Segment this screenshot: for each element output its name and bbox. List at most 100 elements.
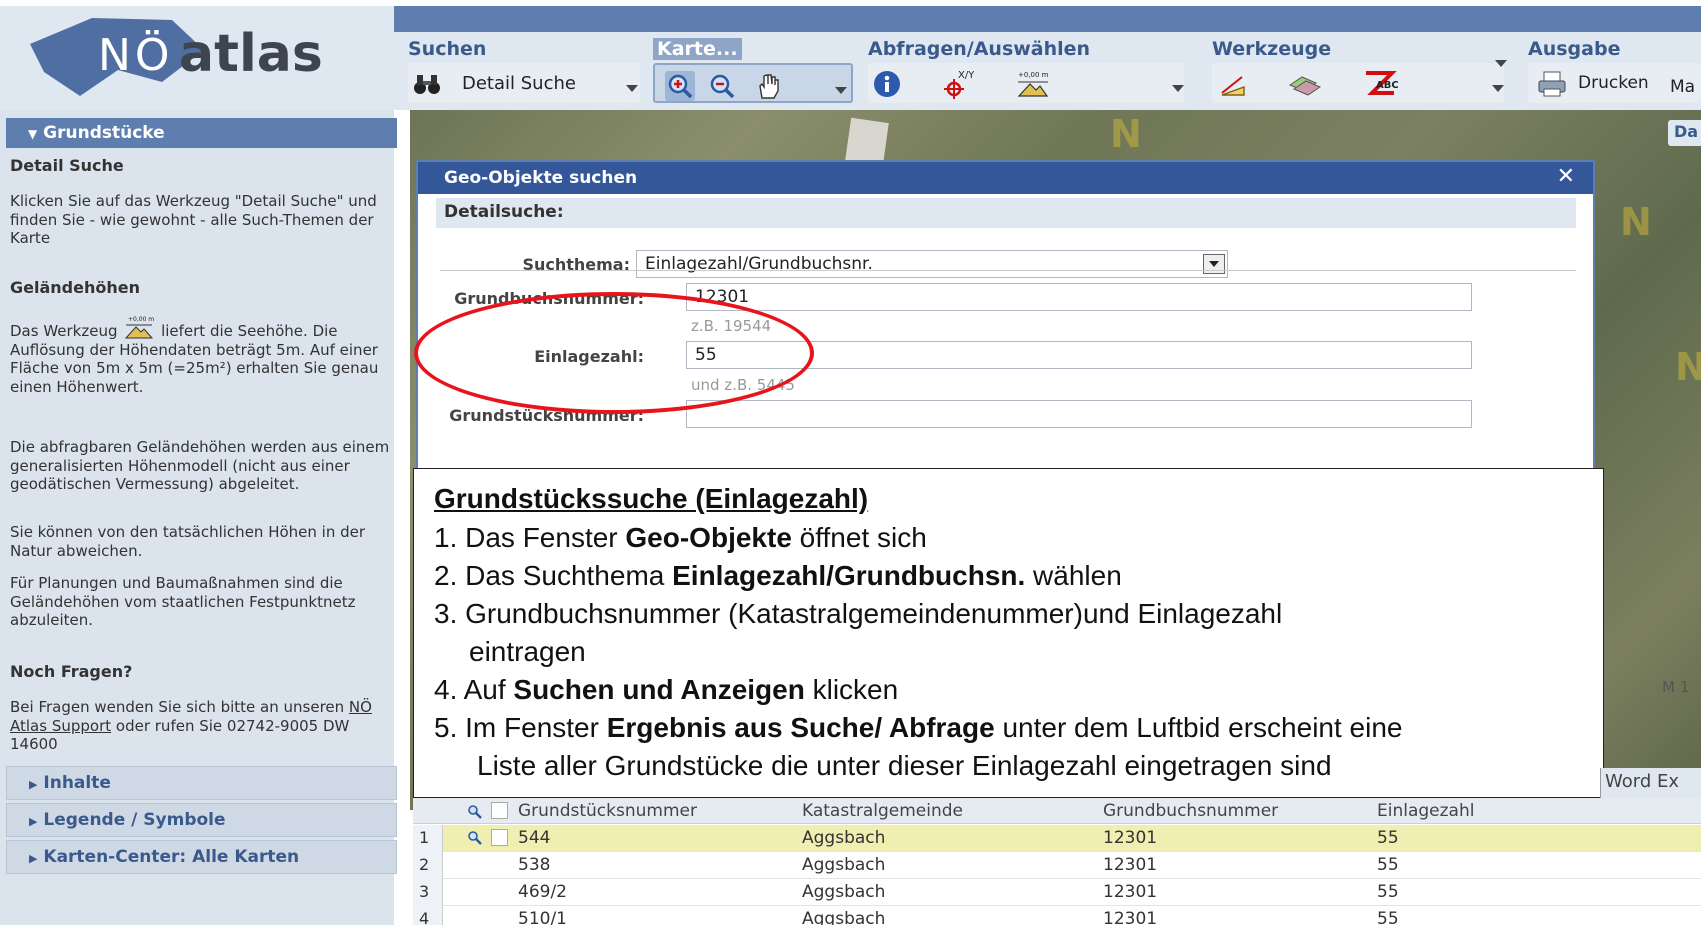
height-query-icon[interactable]: +0,00 m: [1016, 69, 1049, 99]
cell-einlagezahl: 55: [1377, 909, 1399, 925]
step-4-text: 4. Auf: [434, 674, 514, 705]
abfragen-body: X/Y +0,00 m: [868, 63, 1184, 103]
accordion-legende-label: Legende / Symbole: [43, 810, 226, 830]
accordion-karten-center[interactable]: ▶ Karten-Center: Alle Karten: [6, 840, 397, 874]
werkzeuge-body: ABC: [1212, 63, 1504, 103]
table-row[interactable]: 2 538 Aggsbach 12301 55: [413, 852, 1701, 879]
cell-grundstuecksnummer: 510/1: [518, 909, 567, 925]
instruction-step-4: 4. Auf Suchen und Anzeigen klicken: [434, 674, 898, 706]
layer-tool-icon[interactable]: [1288, 69, 1322, 99]
chevron-down-icon[interactable]: [835, 87, 847, 94]
binoculars-icon: [412, 69, 442, 99]
cell-katastralgemeinde: Aggsbach: [802, 828, 886, 848]
grundbuchsnummer-field[interactable]: 12301: [686, 283, 1472, 311]
more-button[interactable]: Ma: [1670, 77, 1695, 97]
table-row[interactable]: 1 544 Aggsbach 12301 55: [413, 825, 1701, 852]
drucken-button[interactable]: Drucken: [1578, 73, 1649, 93]
step-1-bold: Geo-Objekte: [625, 522, 792, 553]
expand-arrow-icon: ▶: [29, 815, 38, 828]
instruction-step-3-cont: eintragen: [469, 636, 586, 667]
instruction-step-1: 1. Das Fenster Geo-Objekte öffnet sich: [434, 522, 927, 554]
info-icon[interactable]: [872, 69, 902, 99]
table-row[interactable]: 4 510/1 Aggsbach 12301 55: [413, 906, 1701, 925]
column-header[interactable]: Grundbuchsnummer: [1103, 798, 1278, 824]
noch-fragen-title: Noch Fragen?: [10, 662, 133, 681]
cell-einlagezahl: 55: [1377, 882, 1399, 902]
map-scale: M 1: [1662, 678, 1690, 696]
detail-suche-button[interactable]: Detail Suche: [462, 73, 576, 94]
grundstuecksnummer-field[interactable]: [686, 400, 1472, 428]
accordion-karten-label: Karten-Center: Alle Karten: [43, 847, 300, 867]
instruction-step-5-cont: Liste aller Grundstücke die unter dieser…: [477, 750, 1332, 781]
step-4-end: klicken: [804, 674, 899, 705]
gelaende-p1-start: Das Werkzeug: [10, 322, 118, 340]
svg-text:+0,00 m: +0,00 m: [1018, 71, 1049, 79]
step-2-end: wählen: [1025, 560, 1122, 591]
height-tool-icon: +0,00 m: [122, 314, 156, 340]
step-2-bold: Einlagezahl/Grundbuchsn.: [672, 560, 1026, 591]
step-2-text: 2. Das Suchthema: [434, 560, 673, 591]
xy-coordinate-icon[interactable]: X/Y: [944, 69, 975, 99]
zoom-in-icon[interactable]: [665, 71, 695, 101]
sidebar-header-label: Grundstücke: [43, 123, 165, 143]
step-3-text: 3. Grundbuchsnummer (Katastralgemeindenu…: [434, 598, 1283, 629]
column-header[interactable]: Grundstücksnummer: [518, 798, 697, 824]
gelaende-paragraph-4: Für Planungen und Baumaßnahmen sind die …: [10, 574, 356, 629]
cell-einlagezahl: 55: [1377, 855, 1399, 875]
suchthema-label: Suchthema:: [522, 255, 630, 274]
abc-label-icon[interactable]: ABC: [1362, 69, 1399, 99]
dialog-title-text: Geo-Objekte suchen: [444, 168, 638, 188]
cell-grundstuecksnummer: 544: [518, 828, 551, 848]
group-label-karte[interactable]: Karte...: [653, 38, 742, 60]
noch-fragen-text: Bei Fragen wenden Sie sich bitte an unse…: [10, 698, 392, 754]
zoom-out-icon[interactable]: [707, 71, 737, 101]
ausgabe-body: Drucken Ma: [1528, 63, 1701, 103]
logo-name: atlas: [179, 24, 323, 84]
word-export-button[interactable]: Word Ex: [1600, 768, 1701, 798]
table-row[interactable]: 3 469/2 Aggsbach 12301 55: [413, 879, 1701, 906]
accordion-legende[interactable]: ▶ Legende / Symbole: [6, 803, 397, 837]
zoom-to-icon[interactable]: [467, 830, 483, 846]
close-icon[interactable]: ✕: [1557, 164, 1575, 189]
printer-icon[interactable]: [1536, 69, 1566, 99]
sidebar: ▼ Grundstücke Detail Suche Klicken Sie a…: [0, 110, 397, 925]
svg-text:+0,00 m: +0,00 m: [128, 316, 154, 323]
dialog-title[interactable]: Geo-Objekte suchen ✕: [418, 162, 1593, 194]
chevron-down-icon[interactable]: [1172, 85, 1184, 92]
map-side-tab[interactable]: Da: [1668, 120, 1701, 146]
column-header[interactable]: Katastralgemeinde: [802, 798, 963, 824]
suchthema-value: Einlagezahl/Grundbuchsnr.: [645, 254, 873, 274]
expand-arrow-icon: ▶: [29, 852, 38, 865]
logo-prefix: NÖ: [98, 30, 174, 81]
chevron-down-icon[interactable]: [1495, 60, 1507, 67]
detail-suche-title: Detail Suche: [10, 156, 124, 175]
map-symbol: N: [1675, 345, 1701, 389]
group-label-suchen: Suchen: [408, 38, 487, 60]
row-checkbox[interactable]: [491, 829, 508, 846]
chevron-down-icon[interactable]: [1203, 254, 1225, 274]
measure-icon[interactable]: [1218, 69, 1248, 99]
gelaendehoehen-title: Geländehöhen: [10, 278, 140, 297]
instruction-step-3: 3. Grundbuchsnummer (Katastralgemeindenu…: [434, 598, 1282, 630]
suchthema-select[interactable]: Einlagezahl/Grundbuchsnr.: [636, 250, 1228, 278]
map-symbol: N: [1620, 200, 1652, 244]
instruction-box: Grundstückssuche (Einlagezahl) 1. Das Fe…: [413, 468, 1604, 798]
pan-hand-icon[interactable]: [753, 71, 783, 101]
row-number: 1: [413, 825, 443, 852]
zoom-to-icon: [467, 804, 483, 820]
sidebar-header[interactable]: ▼ Grundstücke: [6, 118, 397, 148]
cell-grundbuchsnummer: 12301: [1103, 828, 1158, 848]
select-all-checkbox[interactable]: [491, 802, 508, 819]
step-5-text: 5. Im Fenster: [434, 712, 607, 743]
cell-katastralgemeinde: Aggsbach: [802, 855, 886, 875]
suchen-body: Detail Suche: [408, 63, 640, 103]
chevron-down-icon[interactable]: [626, 85, 638, 92]
cell-grundstuecksnummer: 469/2: [518, 882, 567, 902]
cell-katastralgemeinde: Aggsbach: [802, 909, 886, 925]
fragen-text-start: Bei Fragen wenden Sie sich bitte an unse…: [10, 698, 345, 716]
dialog-section: Detailsuche:: [436, 198, 1576, 228]
column-header[interactable]: Einlagezahl: [1377, 798, 1474, 824]
row-number: 3: [413, 879, 443, 906]
accordion-inhalte[interactable]: ▶ Inhalte: [6, 766, 397, 800]
chevron-down-icon[interactable]: [1492, 85, 1504, 92]
